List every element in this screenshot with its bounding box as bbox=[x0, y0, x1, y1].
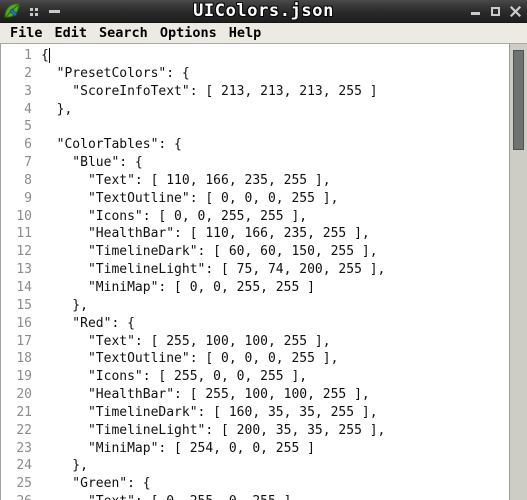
line-number: 7 bbox=[24, 155, 32, 171]
code-content[interactable]: { "PresetColors": { "ScoreInfoText": [ 2… bbox=[37, 44, 527, 500]
line-number: 14 bbox=[16, 279, 32, 295]
code-line: "Blue": { bbox=[41, 155, 143, 171]
code-line: "MiniMap": [ 0, 0, 255, 255 ] bbox=[41, 279, 315, 295]
leaf-icon bbox=[3, 2, 21, 20]
code-line: }, bbox=[41, 101, 73, 117]
line-number: 11 bbox=[16, 226, 32, 242]
close-icon bbox=[509, 5, 521, 17]
window-controls bbox=[465, 0, 525, 22]
line-number: 2 bbox=[24, 65, 32, 81]
menu-item-edit[interactable]: Edit bbox=[49, 23, 94, 43]
line-number: 4 bbox=[24, 101, 32, 117]
line-number: 9 bbox=[24, 190, 32, 206]
menu-item-options[interactable]: Options bbox=[154, 23, 223, 43]
code-line: }, bbox=[41, 297, 88, 313]
menu-item-file[interactable]: File bbox=[4, 23, 49, 43]
grip-dots-icon bbox=[29, 6, 39, 16]
code-line: "HealthBar": [ 255, 100, 100, 255 ], bbox=[41, 387, 370, 403]
line-number: 24 bbox=[16, 458, 32, 474]
code-line: { bbox=[41, 48, 49, 63]
menu-bar: File Edit Search Options Help bbox=[0, 23, 527, 44]
code-line: "Icons": [ 0, 0, 255, 255 ], bbox=[41, 208, 308, 224]
line-number-gutter: 1 2 3 4 5 6 7 8 9 10 11 12 13 14 15 16 1… bbox=[1, 44, 37, 500]
code-line: "ScoreInfoText": [ 213, 213, 213, 255 ] bbox=[41, 83, 378, 99]
line-number: 19 bbox=[16, 369, 32, 385]
line-number: 26 bbox=[1, 493, 37, 500]
code-line: }, bbox=[41, 458, 88, 474]
code-line: "TimelineLight": [ 200, 35, 35, 255 ], bbox=[41, 422, 386, 438]
line-number: 18 bbox=[16, 351, 32, 367]
code-line: "TimelineDark": [ 160, 35, 35, 255 ], bbox=[41, 404, 378, 420]
application-window: UIColors.json File Edit Search Options H… bbox=[0, 0, 527, 500]
code-line: "TimelineDark": [ 60, 60, 150, 255 ], bbox=[41, 244, 378, 260]
code-line: "Text": [ 0, 255, 0, 255 ], bbox=[41, 493, 527, 500]
code-line: "TextOutline": [ 0, 0, 0, 255 ], bbox=[41, 351, 339, 367]
line-number: 21 bbox=[16, 404, 32, 420]
line-number: 6 bbox=[24, 137, 32, 153]
line-number: 1 bbox=[24, 48, 32, 63]
code-line: "PresetColors": { bbox=[41, 65, 190, 81]
code-line: "MiniMap": [ 254, 0, 0, 255 ] bbox=[41, 440, 315, 456]
line-number: 22 bbox=[16, 422, 32, 438]
menu-item-help[interactable]: Help bbox=[223, 23, 268, 43]
window-title: UIColors.json bbox=[193, 1, 334, 21]
code-line: "TimelineLight": [ 75, 74, 200, 255 ], bbox=[41, 262, 386, 278]
menu-item-search[interactable]: Search bbox=[93, 23, 154, 43]
maximize-button[interactable] bbox=[485, 1, 505, 21]
code-line: "Text": [ 110, 166, 235, 255 ], bbox=[41, 172, 331, 188]
line-number: 17 bbox=[16, 333, 32, 349]
line-number: 3 bbox=[24, 83, 32, 99]
code-line: "Green": { bbox=[41, 476, 151, 492]
line-number: 20 bbox=[16, 387, 32, 403]
code-line: "ColorTables": { bbox=[41, 137, 182, 153]
code-line: "Icons": [ 255, 0, 0, 255 ], bbox=[41, 369, 308, 385]
code-line: "TextOutline": [ 0, 0, 0, 255 ], bbox=[41, 190, 339, 206]
editor-area[interactable]: 1 2 3 4 5 6 7 8 9 10 11 12 13 14 15 16 1… bbox=[0, 44, 527, 500]
line-number: 25 bbox=[16, 476, 32, 492]
line-number: 15 bbox=[16, 297, 32, 313]
line-number: 12 bbox=[16, 244, 32, 260]
title-bar[interactable]: UIColors.json bbox=[0, 0, 527, 23]
line-number: 5 bbox=[24, 119, 32, 135]
code-line: "Text": [ 255, 100, 100, 255 ], bbox=[41, 333, 331, 349]
line-number: 13 bbox=[16, 262, 32, 278]
dash-icon bbox=[48, 6, 62, 16]
line-number: 8 bbox=[24, 172, 32, 188]
close-button[interactable] bbox=[505, 1, 525, 21]
minimize-button[interactable] bbox=[465, 1, 485, 21]
vertical-scrollbar[interactable] bbox=[509, 44, 527, 500]
line-number: 16 bbox=[16, 315, 32, 331]
text-caret bbox=[49, 48, 50, 63]
code-line: "HealthBar": [ 110, 166, 235, 255 ], bbox=[41, 226, 370, 242]
code-line: "Red": { bbox=[41, 315, 135, 331]
line-number: 10 bbox=[16, 208, 32, 224]
line-number: 23 bbox=[16, 440, 32, 456]
vertical-scrollbar-thumb[interactable] bbox=[513, 50, 524, 150]
